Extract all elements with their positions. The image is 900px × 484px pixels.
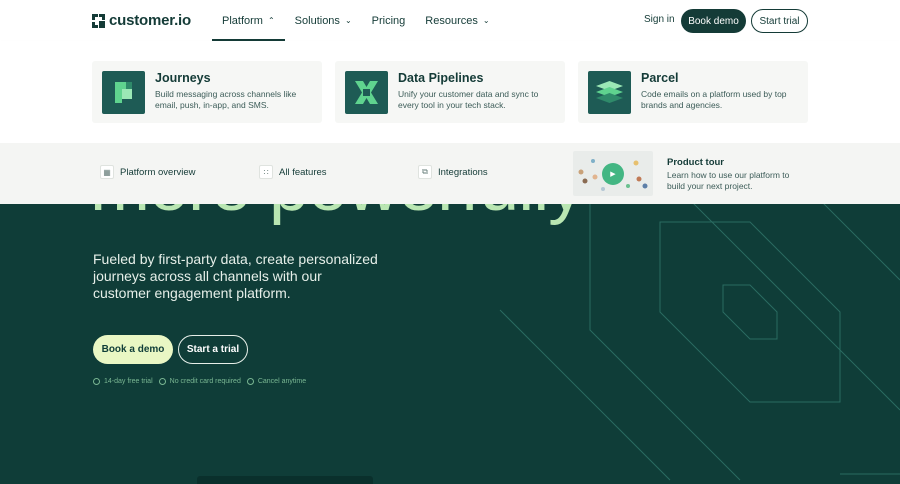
platform-menu-links: ▦ Platform overview ∷ All features ⧉ Int… <box>0 143 900 204</box>
hero-perks: 14-day free trial No credit card require… <box>93 378 306 385</box>
start-trial-button[interactable]: Start trial <box>751 9 808 33</box>
product-description: Unify your customer data and sync to eve… <box>398 89 539 110</box>
link-platform-overview[interactable]: ▦ Platform overview <box>100 165 196 179</box>
book-demo-button[interactable]: Book demo <box>681 9 746 33</box>
product-card-journeys[interactable]: Journeys Build messaging across channels… <box>92 61 322 123</box>
sign-in-link[interactable]: Sign in <box>644 14 675 25</box>
customerio-logo-icon <box>92 13 105 28</box>
chevron-down-icon: ⌄ <box>344 15 352 25</box>
data-pipelines-icon <box>345 71 388 114</box>
perk-label: Cancel anytime <box>257 378 307 385</box>
integrations-icon: ⧉ <box>418 165 432 179</box>
hero-start-trial-button[interactable]: Start a trial <box>178 335 248 364</box>
check-circle-icon <box>158 378 166 385</box>
parcel-icon <box>588 71 631 114</box>
product-tour-thumbnail[interactable]: ▶ <box>573 151 653 196</box>
nav-platform[interactable]: Platform ⌃ <box>212 0 285 41</box>
link-all-features[interactable]: ∷ All features <box>259 165 327 179</box>
link-label: Integrations <box>438 166 488 178</box>
nav-solutions[interactable]: Solutions ⌄ <box>285 0 362 41</box>
nav-label: Pricing <box>371 14 406 27</box>
product-title: Parcel <box>641 71 679 85</box>
perk-item: 14-day free trial <box>93 378 153 385</box>
main-nav: Platform ⌃ Solutions ⌄ Pricing Resources… <box>212 0 500 41</box>
link-label: Platform overview <box>120 166 196 178</box>
dots-grid-icon: ∷ <box>259 165 273 179</box>
product-card-parcel[interactable]: Parcel Code emails on a platform used by… <box>578 61 808 123</box>
grid-icon: ▦ <box>100 165 114 179</box>
play-icon[interactable]: ▶ <box>602 163 624 185</box>
product-description: Code emails on a platform used by top br… <box>641 89 787 110</box>
perk-label: No credit card required <box>169 378 241 385</box>
nav-label: Resources <box>425 14 478 27</box>
nav-label: Solutions <box>294 14 340 27</box>
hero-book-demo-button[interactable]: Book a demo <box>93 335 173 364</box>
product-title: Data Pipelines <box>398 71 484 85</box>
site-header: customer.io Platform ⌃ Solutions ⌄ Prici… <box>0 0 900 41</box>
perk-label: 14-day free trial <box>104 378 153 385</box>
platform-menu-products: Journeys Build messaging across channels… <box>0 41 900 143</box>
perk-item: No credit card required <box>158 378 241 385</box>
chevron-up-icon: ⌃ <box>267 15 275 25</box>
brand-logo[interactable]: customer.io <box>92 12 191 29</box>
check-circle-icon <box>246 378 254 385</box>
hero-subheading: Fueled by first-party data, create perso… <box>93 251 378 301</box>
hero-media-preview <box>197 476 373 484</box>
brand-name: customer.io <box>109 12 191 29</box>
product-title: Journeys <box>155 71 211 85</box>
link-label: All features <box>279 166 327 178</box>
product-tour-title[interactable]: Product tour <box>667 157 724 168</box>
journeys-icon <box>102 71 145 114</box>
product-tour-description: Learn how to use our platform to build y… <box>667 170 790 191</box>
nav-pricing[interactable]: Pricing <box>362 0 416 41</box>
check-circle-icon <box>93 378 100 385</box>
product-description: Build messaging across channels like ema… <box>155 89 297 110</box>
nav-label: Platform <box>222 14 263 27</box>
chevron-down-icon: ⌄ <box>482 15 490 25</box>
product-card-data-pipelines[interactable]: Data Pipelines Unify your customer data … <box>335 61 565 123</box>
perk-item: Cancel anytime <box>246 378 307 385</box>
nav-resources[interactable]: Resources ⌄ <box>415 0 499 41</box>
link-integrations[interactable]: ⧉ Integrations <box>418 165 488 179</box>
